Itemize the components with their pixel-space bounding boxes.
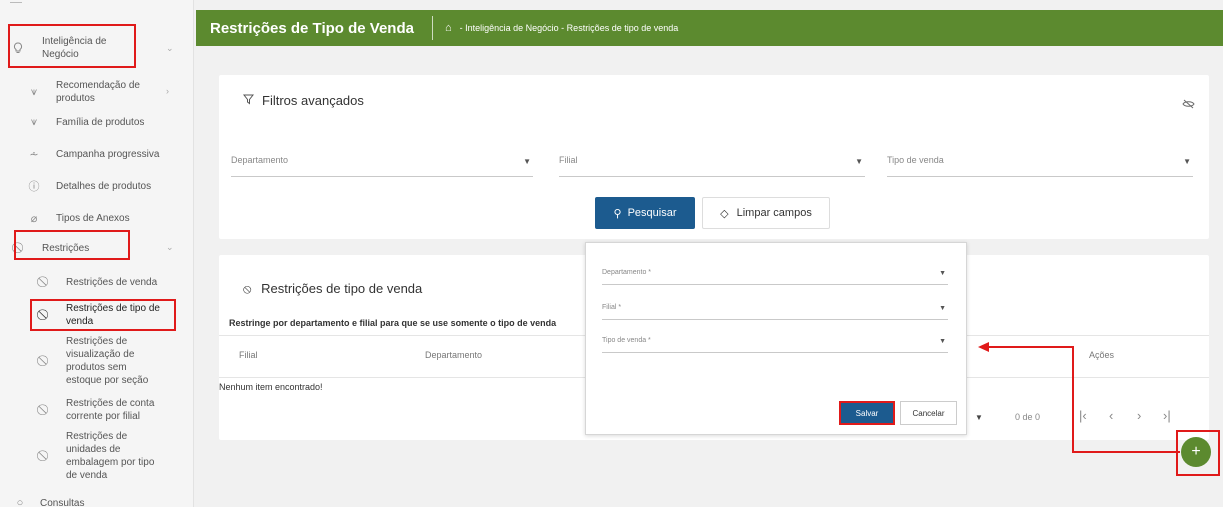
add-button[interactable]: + — [1181, 437, 1211, 467]
annotation-arrow — [978, 342, 1180, 453]
